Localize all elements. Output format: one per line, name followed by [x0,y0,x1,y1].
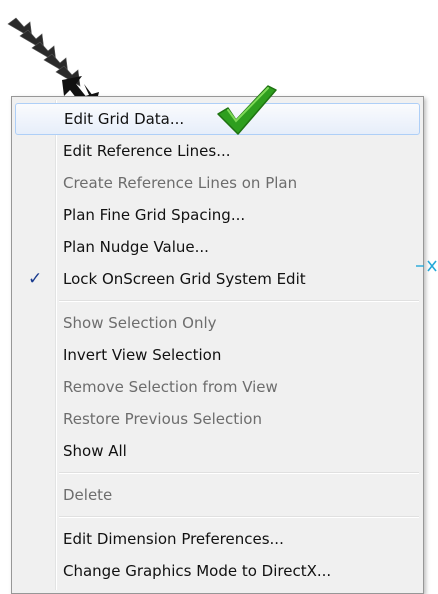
menu-item-label: Show Selection Only [63,314,217,332]
menu-item-show-all[interactable]: Show All [14,435,421,467]
menu-item-edit-dimension-preferences[interactable]: Edit Dimension Preferences... [14,523,421,555]
menu-item-label: Plan Nudge Value... [63,238,209,256]
menu-item-label: Change Graphics Mode to DirectX... [63,562,332,580]
menu-item-change-graphics-mode-directx[interactable]: Change Graphics Mode to DirectX... [14,555,421,587]
menu-item-label: Restore Previous Selection [63,410,262,428]
context-menu: Edit Grid Data... Edit Reference Lines..… [11,96,424,594]
menu-separator [14,467,421,479]
menu-list: Edit Grid Data... Edit Reference Lines..… [14,103,421,587]
menu-item-label: Edit Reference Lines... [63,142,231,160]
menu-item-label: Edit Grid Data... [64,110,185,128]
menu-item-restore-previous-selection: Restore Previous Selection [14,403,421,435]
menu-item-label: Lock OnScreen Grid System Edit [63,270,306,288]
menu-item-label: Plan Fine Grid Spacing... [63,206,246,224]
menu-item-label: Invert View Selection [63,346,222,364]
menu-item-create-reference-lines-on-plan: Create Reference Lines on Plan [14,167,421,199]
menu-item-invert-view-selection[interactable]: Invert View Selection [14,339,421,371]
menu-item-label: Remove Selection from View [63,378,278,396]
menu-item-plan-nudge-value[interactable]: Plan Nudge Value... [14,231,421,263]
green-checkmark-icon [217,85,277,135]
cyan-cross-marker-icon [416,260,437,272]
menu-item-remove-selection-from-view: Remove Selection from View [14,371,421,403]
checkmark-icon: ✓ [28,269,43,289]
menu-item-show-selection-only: Show Selection Only [14,307,421,339]
menu-item-label: Create Reference Lines on Plan [63,174,298,192]
menu-item-label: Edit Dimension Preferences... [63,530,284,548]
menu-item-label: Show All [63,442,127,460]
menu-separator [14,295,421,307]
menu-item-plan-fine-grid-spacing[interactable]: Plan Fine Grid Spacing... [14,199,421,231]
menu-separator [14,511,421,523]
menu-item-lock-onscreen-grid-system-edit[interactable]: ✓ Lock OnScreen Grid System Edit [14,263,421,295]
menu-item-delete: Delete [14,479,421,511]
menu-item-label: Delete [63,486,113,504]
